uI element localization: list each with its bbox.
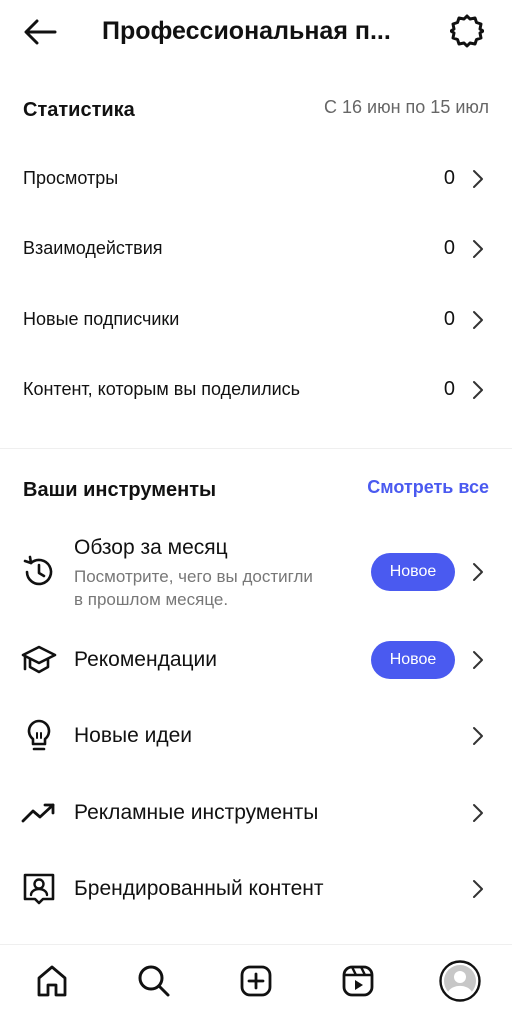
tool-ad-tools[interactable]: Рекламные инструменты [0, 783, 512, 843]
reels-icon [342, 965, 374, 997]
tool-title: Рекомендации [74, 648, 218, 671]
nav-create[interactable] [234, 959, 278, 1003]
tool-title: Новые идеи [74, 724, 193, 747]
date-range: С 16 июн по 15 июл [324, 97, 489, 117]
stat-row-views[interactable]: Просмотры 0 [0, 150, 512, 210]
chevron-right-icon [473, 240, 483, 258]
chevron-right-icon [473, 311, 483, 329]
search-icon [138, 965, 170, 997]
history-clock-icon [21, 554, 57, 590]
chevron-right-icon [473, 727, 483, 745]
top-bar: Профессиональная п... [0, 0, 512, 64]
statistics-header: Статистика С 16 июн по 15 июл [0, 92, 512, 132]
stat-value: 0 [443, 378, 455, 400]
tool-branded-content[interactable]: Брендированный контент [0, 859, 512, 919]
graduation-cap-icon [21, 642, 57, 678]
tool-title: Брендированный контент [74, 877, 324, 900]
tools-header: Ваши инструменты Смотреть все [0, 472, 512, 512]
bottom-navigation [0, 944, 512, 1024]
branded-content-icon [21, 871, 57, 907]
stat-value: 0 [443, 308, 455, 330]
nav-profile[interactable] [438, 959, 482, 1003]
statistics-title: Статистика [23, 99, 135, 121]
gear-icon [450, 14, 484, 48]
profile-avatar-icon [439, 960, 481, 1002]
tool-recommendations[interactable]: Рекомендации Новое [0, 630, 512, 690]
stat-value: 0 [443, 167, 455, 189]
arrow-left-icon [24, 19, 57, 45]
chevron-right-icon [473, 880, 483, 898]
back-button[interactable] [20, 12, 60, 52]
settings-button[interactable] [446, 10, 488, 52]
chevron-right-icon [473, 651, 483, 669]
stat-label: Контент, которым вы поделились [23, 379, 301, 399]
chevron-right-icon [473, 804, 483, 822]
tool-subtitle: Посмотрите, чего вы достигли [74, 567, 313, 586]
stat-label: Новые подписчики [23, 309, 180, 329]
lightbulb-icon [21, 718, 57, 754]
new-badge: Новое [371, 641, 455, 679]
stat-row-interactions[interactable]: Взаимодействия 0 [0, 220, 512, 280]
page-title: Профессиональная п... [102, 17, 391, 45]
stat-row-shared-content[interactable]: Контент, которым вы поделились 0 [0, 361, 512, 421]
tool-monthly-recap[interactable]: Обзор за месяц Посмотрите, чего вы дости… [0, 528, 512, 618]
tools-title: Ваши инструменты [23, 479, 217, 501]
chevron-right-icon [473, 563, 483, 581]
tool-title: Обзор за месяц [74, 536, 228, 559]
nav-search[interactable] [132, 959, 176, 1003]
see-all-link[interactable]: Смотреть все [367, 473, 489, 501]
stat-label: Взаимодействия [23, 238, 163, 258]
section-divider [0, 448, 512, 449]
nav-home[interactable] [30, 959, 74, 1003]
tool-title: Рекламные инструменты [74, 801, 319, 824]
stat-label: Просмотры [23, 168, 119, 188]
chevron-right-icon [473, 170, 483, 188]
nav-reels[interactable] [336, 959, 380, 1003]
new-badge: Новое [371, 553, 455, 591]
trending-up-icon [21, 795, 57, 831]
tool-subtitle: в прошлом месяце. [74, 590, 229, 609]
create-icon [240, 965, 272, 997]
chevron-right-icon [473, 381, 483, 399]
tool-new-ideas[interactable]: Новые идеи [0, 706, 512, 766]
stat-value: 0 [443, 237, 455, 259]
home-icon [37, 965, 67, 997]
stat-row-new-followers[interactable]: Новые подписчики 0 [0, 291, 512, 351]
